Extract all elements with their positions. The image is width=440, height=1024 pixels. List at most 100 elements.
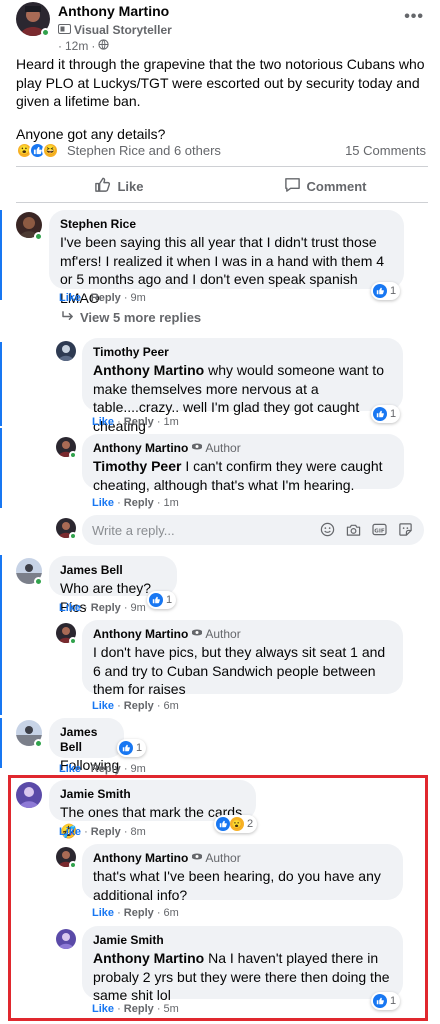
emoji-icon[interactable] bbox=[319, 521, 336, 538]
comment-time[interactable]: 8m bbox=[131, 826, 146, 838]
comment-bubble: Anthony Martino Author Timothy Peer I ca… bbox=[82, 434, 404, 493]
comment-like-button[interactable]: Like bbox=[92, 416, 114, 428]
author-tag: Author bbox=[191, 627, 241, 642]
comment-bubble: Anthony Martino Author I don't have pics… bbox=[82, 620, 403, 697]
avatar[interactable] bbox=[56, 341, 76, 361]
comment-actions: Like · Reply · 9m bbox=[59, 602, 146, 614]
like-button-label: Like bbox=[117, 178, 144, 194]
online-status-dot bbox=[34, 739, 43, 748]
reaction-names[interactable]: Stephen Rice and 6 others bbox=[67, 143, 221, 158]
comment-time[interactable]: 9m bbox=[131, 763, 146, 775]
comment-actions: Like · Reply · 5m bbox=[92, 1003, 179, 1015]
like-reaction-icon bbox=[373, 284, 387, 298]
comment-reactions[interactable]: 1 bbox=[371, 992, 401, 1010]
comment-reply-button[interactable]: Reply bbox=[124, 497, 154, 509]
comment-reactions[interactable]: 1 bbox=[117, 739, 147, 757]
reaction-count: 1 bbox=[136, 742, 143, 754]
online-status-dot bbox=[69, 532, 77, 540]
comment-like-button[interactable]: Like bbox=[59, 763, 81, 775]
comment-time[interactable]: 1m bbox=[164, 416, 179, 428]
comment-like-button[interactable]: Like bbox=[59, 292, 81, 304]
commenter-name[interactable]: Stephen Rice bbox=[60, 217, 136, 232]
comment-reactions[interactable]: 1 bbox=[371, 282, 401, 300]
comment-reply-button[interactable]: Reply bbox=[124, 1003, 154, 1015]
thread-indicator bbox=[0, 342, 2, 426]
author-tag-label: Author bbox=[205, 441, 241, 455]
comments-count[interactable]: 15 Comments bbox=[345, 143, 426, 158]
mention-link[interactable]: Anthony Martino bbox=[93, 362, 204, 378]
comment-reply-button[interactable]: Reply bbox=[124, 416, 154, 428]
comment-reply-button[interactable]: Reply bbox=[91, 602, 121, 614]
comment-actions: Like · Reply · 1m bbox=[92, 497, 179, 509]
comment-reactions[interactable]: 1 bbox=[371, 405, 401, 423]
comment-like-button[interactable]: Like bbox=[92, 907, 114, 919]
thread-indicator bbox=[0, 718, 2, 768]
commenter-name[interactable]: Timothy Peer bbox=[93, 345, 169, 360]
globe-icon bbox=[98, 39, 109, 53]
commenter-name[interactable]: James Bell bbox=[60, 563, 123, 578]
comment-reply-button[interactable]: Reply bbox=[124, 907, 154, 919]
post-header: Anthony Martino Visual Storyteller · 12m… bbox=[16, 2, 426, 53]
svg-text:GIF: GIF bbox=[374, 528, 385, 534]
reaction-icons[interactable]: 😮 😆 bbox=[16, 141, 59, 159]
gif-icon[interactable]: GIF bbox=[371, 521, 388, 538]
avatar[interactable] bbox=[16, 782, 42, 808]
view-more-replies-button[interactable]: View 5 more replies bbox=[62, 310, 201, 325]
post-time[interactable]: 12m bbox=[65, 39, 88, 53]
wow-reaction-icon: 😮 bbox=[230, 817, 244, 831]
comment-time[interactable]: 5m bbox=[164, 1003, 179, 1015]
camera-icon[interactable] bbox=[345, 521, 362, 538]
comment-time[interactable]: 6m bbox=[164, 907, 179, 919]
comment-like-button[interactable]: Like bbox=[92, 1003, 114, 1015]
post-author-name[interactable]: Anthony Martino bbox=[58, 3, 169, 19]
online-status-dot bbox=[69, 861, 77, 869]
comment-actions: Like · Reply · 6m bbox=[92, 907, 179, 919]
comment-button[interactable]: Comment bbox=[222, 173, 428, 199]
post-paragraph: Heard it through the grapevine that the … bbox=[16, 56, 425, 109]
comment-like-button[interactable]: Like bbox=[92, 497, 114, 509]
comment-reply-button[interactable]: Reply bbox=[91, 292, 121, 304]
commenter-name[interactable]: Anthony Martino bbox=[93, 851, 188, 866]
post-options-button[interactable]: ••• bbox=[404, 8, 424, 26]
comment-reply-button[interactable]: Reply bbox=[91, 826, 121, 838]
online-status-dot bbox=[69, 451, 77, 459]
comment-reactions[interactable]: 😮 2 bbox=[214, 815, 258, 833]
like-button[interactable]: Like bbox=[16, 173, 222, 199]
commenter-name[interactable]: Anthony Martino bbox=[93, 627, 188, 642]
comment-time[interactable]: 9m bbox=[131, 602, 146, 614]
commenter-name[interactable]: James Bell bbox=[60, 725, 112, 755]
mention-link[interactable]: Anthony Martino bbox=[93, 950, 204, 966]
comment-like-button[interactable]: Like bbox=[92, 700, 114, 712]
online-status-dot bbox=[41, 28, 50, 37]
author-badge-icon bbox=[191, 441, 203, 456]
haha-reaction-icon: 😆 bbox=[42, 141, 59, 159]
reaction-count: 2 bbox=[247, 818, 254, 830]
author-tag: Author bbox=[191, 851, 241, 866]
comment-reply-button[interactable]: Reply bbox=[91, 763, 121, 775]
comment-bubble: Jamie Smith Anthony Martino Na I haven't… bbox=[82, 926, 403, 1003]
comment-reactions[interactable]: 1 bbox=[147, 591, 177, 609]
post-action-bar: Like Comment bbox=[16, 173, 428, 199]
commenter-name[interactable]: Jamie Smith bbox=[93, 933, 164, 948]
divider bbox=[16, 166, 428, 167]
like-reaction-icon bbox=[373, 407, 387, 421]
reaction-count: 1 bbox=[390, 995, 397, 1007]
like-reaction-icon bbox=[373, 994, 387, 1008]
comment-like-button[interactable]: Like bbox=[59, 826, 81, 838]
sticker-icon[interactable] bbox=[397, 521, 414, 538]
comment-like-button[interactable]: Like bbox=[59, 602, 81, 614]
reply-input[interactable] bbox=[92, 515, 302, 545]
author-badge-icon bbox=[191, 627, 203, 642]
commenter-name[interactable]: Jamie Smith bbox=[60, 787, 131, 802]
mention-link[interactable]: Timothy Peer bbox=[93, 458, 181, 474]
badge-label[interactable]: Visual Storyteller bbox=[74, 23, 172, 37]
comment-time[interactable]: 9m bbox=[131, 292, 146, 304]
post-meta: · 12m · bbox=[58, 39, 109, 53]
comment-time[interactable]: 6m bbox=[164, 700, 179, 712]
comment-reply-button[interactable]: Reply bbox=[124, 700, 154, 712]
avatar[interactable] bbox=[56, 929, 76, 949]
comment-time[interactable]: 1m bbox=[164, 497, 179, 509]
online-status-dot bbox=[34, 577, 43, 586]
reply-composer: GIF bbox=[82, 515, 424, 545]
commenter-name[interactable]: Anthony Martino bbox=[93, 441, 188, 456]
